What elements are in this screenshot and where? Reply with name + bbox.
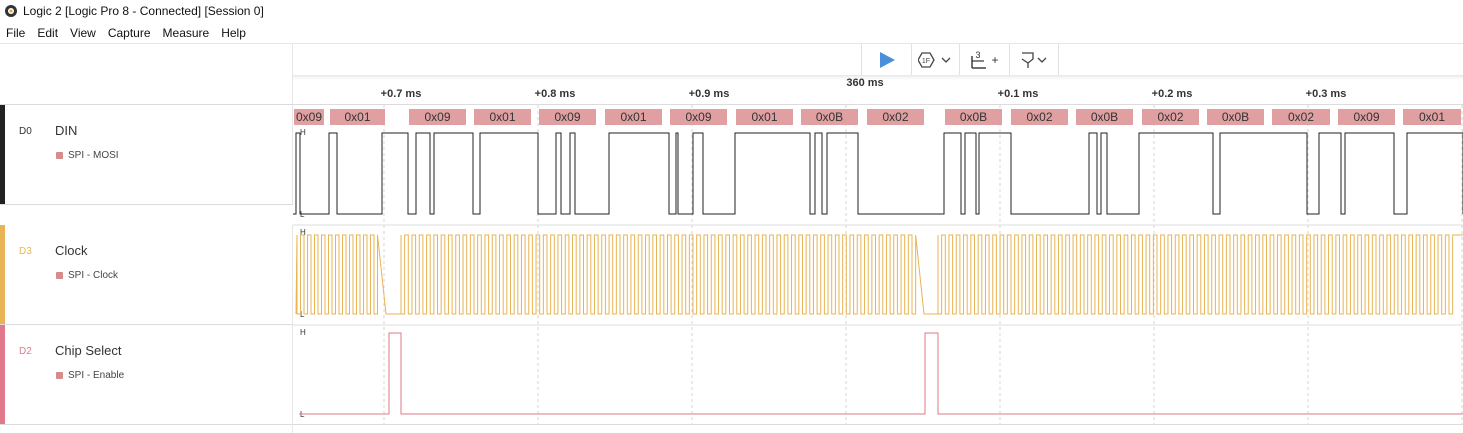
decoded-frame[interactable]: 0x02 <box>1272 109 1330 125</box>
title-bar: Logic 2 [Logic Pro 8 - Connected] [Sessi… <box>0 0 1463 22</box>
decoded-frame[interactable]: 0x01 <box>330 109 385 125</box>
decoded-frame[interactable]: 0x02 <box>1011 109 1068 125</box>
ruler-tick: +0.3 ms <box>1305 88 1347 100</box>
analyzer-label[interactable]: SPI - Enable <box>68 370 124 381</box>
ruler-tick: +0.9 ms <box>688 88 730 100</box>
decoded-frame[interactable]: 0x09 <box>409 109 466 125</box>
decoded-frame[interactable]: 0x02 <box>1142 109 1199 125</box>
measurement-plus: + <box>991 53 998 67</box>
decoded-frame[interactable]: 0x01 <box>1403 109 1461 125</box>
decoded-frame[interactable]: 0x01 <box>736 109 793 125</box>
marker-menu-button[interactable] <box>1009 44 1059 75</box>
analyzer-color-dot <box>56 272 63 279</box>
time-ruler[interactable]: +0.7 ms +0.8 ms +0.9 ms 360 ms +0.1 ms +… <box>293 75 1463 105</box>
channel-id: D0 <box>19 126 32 137</box>
channel-name[interactable]: Chip Select <box>55 343 121 358</box>
menu-view[interactable]: View <box>64 23 102 43</box>
analyzer-label[interactable]: SPI - Clock <box>68 270 118 281</box>
high-label: H <box>300 328 306 337</box>
decoded-frame[interactable]: 0x09 <box>294 109 324 125</box>
start-capture-button[interactable] <box>861 44 911 75</box>
time-gridlines <box>383 105 1463 425</box>
analyzer-color-dot <box>56 372 63 379</box>
menu-file[interactable]: File <box>0 23 31 43</box>
trigger-settings-icon: 1F <box>917 51 950 68</box>
channel-name[interactable]: DIN <box>55 123 77 138</box>
decoded-frame[interactable]: 0x01 <box>605 109 662 125</box>
channel-id: D2 <box>19 346 32 357</box>
flag-icon <box>1021 51 1047 68</box>
din-waveform <box>293 132 1463 215</box>
measurement-count: 3 <box>975 50 980 60</box>
panel-divider <box>292 424 293 433</box>
channel-row-clock[interactable]: D3 Clock SPI - Clock <box>0 225 293 325</box>
channel-row-din[interactable]: D0 DIN SPI - MOSI <box>0 105 293 205</box>
decoded-frame[interactable]: 0x09 <box>1338 109 1395 125</box>
logic-app-icon <box>5 5 17 17</box>
decoded-frame[interactable]: 0x0B <box>801 109 858 125</box>
decoded-frame[interactable]: 0x02 <box>867 109 924 125</box>
channel-row-chip-select[interactable]: D2 Chip Select SPI - Enable <box>0 325 293 425</box>
ruler-tick: +0.8 ms <box>534 88 576 100</box>
timing-marker-icon: 3 + <box>970 50 998 69</box>
menu-help[interactable]: Help <box>215 23 252 43</box>
decoded-frames-row: 0x09 0x01 0x09 0x01 0x09 0x01 0x09 0x01 0x0B 0x02… <box>293 109 1463 125</box>
menu-measure[interactable]: Measure <box>157 23 216 43</box>
menu-capture[interactable]: Capture <box>102 23 157 43</box>
channel-color-stripe <box>0 225 5 324</box>
add-measurement-button[interactable]: 3 + <box>959 44 1009 75</box>
decoded-frame[interactable]: 0x0B <box>1076 109 1133 125</box>
menu-bar: File Edit View Capture Measure Help <box>0 23 252 43</box>
clock-waveform <box>295 234 1463 315</box>
channel-color-stripe <box>0 105 5 204</box>
bottom-divider <box>0 424 1463 425</box>
channel-color-stripe <box>0 325 5 424</box>
decoded-frame[interactable]: 0x09 <box>670 109 727 125</box>
analyzer-color-dot <box>56 152 63 159</box>
trigger-settings-button[interactable]: 1F <box>911 44 959 75</box>
ruler-tick: +0.2 ms <box>1151 88 1193 100</box>
analyzer-label[interactable]: SPI - MOSI <box>68 150 119 161</box>
decoded-frame[interactable]: 0x09 <box>539 109 596 125</box>
menu-edit[interactable]: Edit <box>31 23 64 43</box>
ruler-tick-center: 360 ms <box>846 77 884 89</box>
channel-name[interactable]: Clock <box>55 243 88 258</box>
play-icon <box>879 51 895 68</box>
waveform-area[interactable]: H L H L H L <box>293 105 1463 425</box>
channel-header-area <box>0 43 293 105</box>
trigger-label: 1F <box>921 58 929 65</box>
decoded-frame[interactable]: 0x0B <box>1207 109 1264 125</box>
window-title: Logic 2 [Logic Pro 8 - Connected] [Sessi… <box>23 4 264 18</box>
high-label: H <box>300 128 306 137</box>
decoded-frame[interactable]: 0x0B <box>945 109 1002 125</box>
ruler-tick: +0.1 ms <box>997 88 1039 100</box>
channel-id: D3 <box>19 246 32 257</box>
chip-select-waveform <box>299 332 1463 415</box>
decoded-frame[interactable]: 0x01 <box>474 109 531 125</box>
capture-toolbar: 1F 3 + <box>293 43 1463 75</box>
ruler-tick: +0.7 ms <box>380 88 422 100</box>
